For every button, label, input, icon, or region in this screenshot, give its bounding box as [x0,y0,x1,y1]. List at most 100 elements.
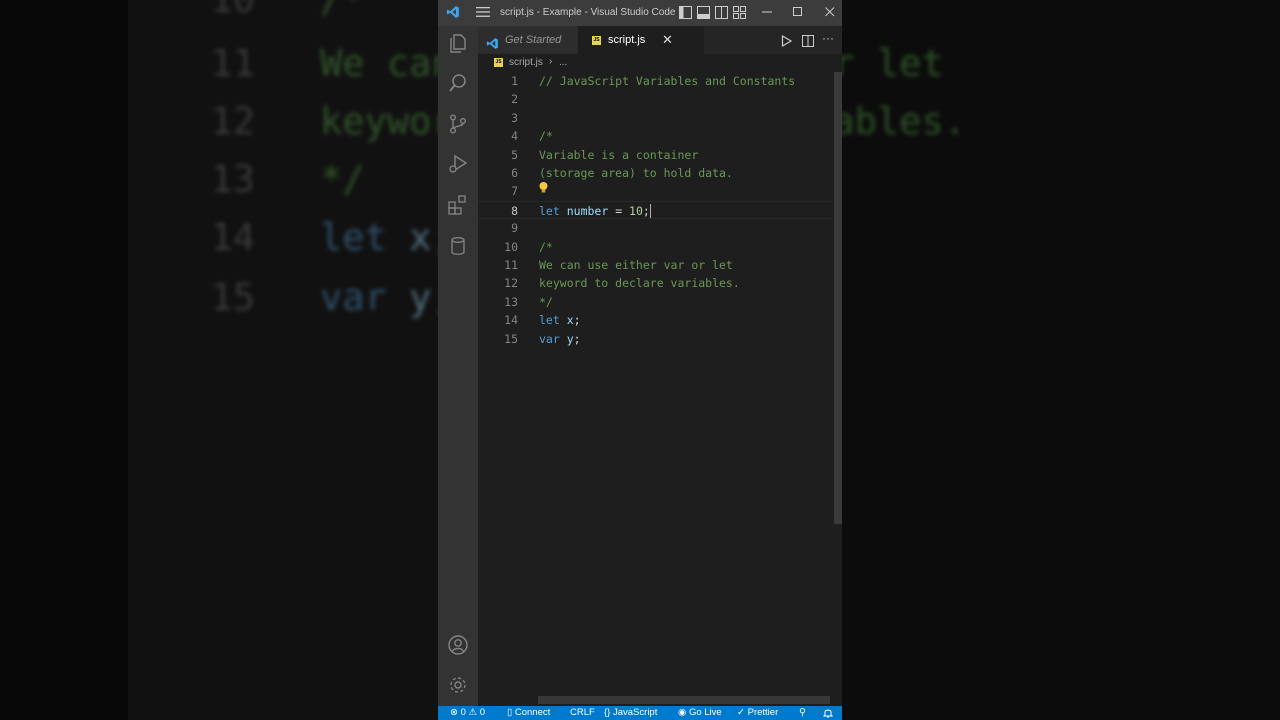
number-literal: 10 [629,203,643,218]
breadcrumb-more[interactable]: ... [559,57,567,68]
breadcrumb: JS script.js › ... [478,54,842,72]
line-number: 10 [504,239,518,254]
braces-icon: {} [604,707,611,718]
error-count: 0 [460,707,466,718]
close-window-icon[interactable] [825,5,835,22]
line-text: // JavaScript Variables and Constants [539,74,796,88]
go-live-label: Go Live [688,707,722,718]
error-icon: ⊗ [450,707,458,718]
editor-tabs: Get Started JS script.js ✕ ··· [478,26,842,54]
toggle-panel-icon[interactable] [697,6,710,22]
go-live-status[interactable]: ◉ Go Live [678,706,722,720]
toggle-secondary-sidebar-icon[interactable] [715,6,728,22]
semicolon: ; [573,331,581,346]
line-text: Variable is a container [539,147,699,162]
settings-gear-icon[interactable] [447,674,469,696]
prettier-label: Prettier [747,707,779,718]
code-line: 10 /* [478,238,833,256]
eol-status[interactable]: CRLF [570,706,595,720]
tab-get-started[interactable]: Get Started [478,26,578,54]
feedback-icon[interactable]: ⚲ [799,706,806,720]
split-editor-icon[interactable] [802,34,814,52]
customize-layout-icon[interactable] [733,6,746,22]
problems-indicator[interactable]: ⊗ 0 ⚠ 0 [450,706,485,720]
close-tab-icon[interactable]: ✕ [662,26,673,54]
search-icon[interactable] [447,72,469,94]
line-number: 1 [511,74,518,88]
vscode-logo-icon [446,5,460,22]
line-text: var y; [539,330,581,348]
explorer-icon[interactable] [447,32,469,54]
maximize-icon[interactable] [793,5,803,22]
code-line: 4 /* [478,127,833,145]
toggle-sidebar-icon[interactable] [679,6,692,22]
breadcrumb-file[interactable]: script.js [509,57,543,68]
warning-icon: ⚠ [468,707,478,718]
code-line: 9 [478,219,833,237]
identifier: x [566,313,574,328]
extensions-icon[interactable] [447,194,469,216]
prettier-status[interactable]: ✓ Prettier [737,706,778,720]
line-text: let x; [539,311,581,329]
language-label: JavaScript [613,707,658,718]
tab-label: script.js [608,34,646,46]
line-text: /* [539,239,553,254]
line-number: 15 [504,331,518,346]
run-file-icon[interactable] [781,34,793,52]
warning-count: 0 [479,707,486,718]
code-line: 1 // JavaScript Variables and Constants [478,72,833,90]
line-number: 2 [511,92,518,107]
background-left-panel [0,0,438,720]
status-bar: ⊗ 0 ⚠ 0 ▯ Connect CRLF {} JavaScript ◉ G… [438,706,842,720]
line-number: 7 [511,184,518,199]
notifications-bell-icon[interactable] [822,706,834,720]
lightbulb-icon[interactable] [538,181,549,197]
line-text: */ [539,294,553,309]
language-status[interactable]: {} JavaScript [604,706,657,720]
identifier: number [566,203,609,218]
breadcrumb-separator: › [549,56,553,67]
horizontal-scrollbar[interactable] [538,696,830,704]
line-text: keyword to declare variables. [539,276,740,291]
line-number: 5 [511,147,518,162]
run-debug-icon[interactable] [447,153,469,175]
code-line: 3 [478,109,833,127]
database-icon[interactable] [447,235,469,257]
background-band [0,0,128,720]
code-line: 2 [478,90,833,108]
source-control-icon[interactable] [447,113,469,135]
tab-script-js[interactable]: JS script.js ✕ [578,26,704,54]
code-line: 6 (storage area) to hold data. [478,164,833,182]
semicolon: ; [642,203,650,218]
line-number: 8 [511,203,518,218]
line-number: 4 [511,129,518,144]
text-cursor [649,204,651,219]
line-number: 11 [504,258,518,272]
js-file-icon: JS [592,36,601,45]
identifier: y [566,331,574,346]
background-right-panel [842,0,1280,720]
code-line: 7 [478,182,833,200]
keyword: let [539,313,560,328]
line-text: /* [539,129,553,144]
broadcast-icon: ◉ [678,707,687,718]
code-line: 5 Variable is a container [478,146,833,164]
plug-icon: ▯ [507,707,513,718]
operator: = [608,203,630,218]
account-icon[interactable] [447,634,469,656]
hamburger-menu-icon[interactable] [476,6,490,21]
minimize-icon[interactable] [762,5,772,22]
connect-status[interactable]: ▯ Connect [507,706,550,720]
line-number: 3 [511,110,518,125]
code-editor[interactable]: 1 // JavaScript Variables and Constants … [478,72,842,706]
code-line-current: 8 let number = 10; [478,200,833,219]
code-line: 15 var y; [478,330,833,348]
line-number: 6 [511,166,518,180]
line-number: 12 [504,276,518,291]
vertical-scrollbar[interactable] [834,72,842,524]
keyword: var [539,331,560,346]
semicolon: ; [573,313,581,328]
line-text: (storage area) to hold data. [539,166,733,180]
more-actions-icon[interactable]: ··· [822,31,834,45]
line-number: 13 [504,294,518,309]
